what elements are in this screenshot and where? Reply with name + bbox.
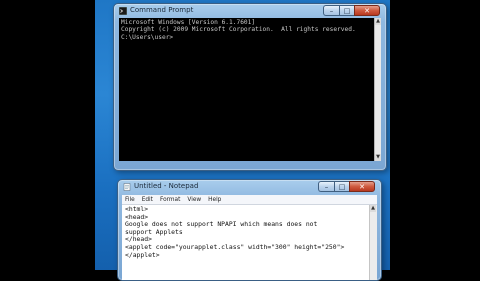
window-title: Untitled - Notepad (134, 182, 199, 190)
minimize-button[interactable]: – (318, 181, 334, 192)
console-scrollbar[interactable]: ▲ ▼ (374, 18, 381, 161)
text-line: support Applets (125, 227, 183, 236)
notepad-icon (123, 183, 131, 191)
scroll-up-arrow-icon[interactable]: ▲ (370, 205, 376, 212)
text-line: <applet code="yourapplet.class" width="3… (125, 242, 345, 251)
console-line: Copyright (c) 2009 Microsoft Corporation… (121, 26, 356, 34)
letterbox-right (390, 0, 480, 270)
letterbox-left (0, 0, 95, 270)
command-prompt-titlebar[interactable]: Command Prompt – □ ✕ (114, 4, 386, 19)
scroll-up-arrow-icon[interactable]: ▲ (375, 18, 381, 25)
console-output[interactable]: Microsoft Windows [Version 6.1.7601] Cop… (119, 18, 375, 161)
console-icon (119, 7, 127, 15)
notepad-window[interactable]: Untitled - Notepad – □ ✕ File Edit Forma… (117, 179, 382, 281)
command-prompt-window[interactable]: Command Prompt – □ ✕ Microsoft Windows [… (113, 3, 387, 171)
close-button[interactable]: ✕ (354, 5, 380, 16)
console-prompt-line: C:\Users\user> (121, 33, 174, 41)
menu-format[interactable]: Format (160, 197, 180, 203)
notepad-titlebar[interactable]: Untitled - Notepad – □ ✕ (118, 180, 381, 195)
menu-file[interactable]: File (125, 197, 135, 203)
notepad-text-area[interactable]: <html> <head> Google does not support NP… (122, 205, 369, 280)
window-title: Command Prompt (130, 6, 194, 14)
menu-edit[interactable]: Edit (142, 197, 153, 203)
text-line: <html> (125, 205, 149, 213)
maximize-button[interactable]: □ (339, 5, 354, 16)
scroll-down-arrow-icon[interactable]: ▼ (375, 154, 381, 161)
notepad-menubar: File Edit Format View Help (122, 195, 377, 205)
text-line: </applet> (125, 250, 160, 259)
maximize-button[interactable]: □ (334, 181, 349, 192)
menu-view[interactable]: View (187, 197, 201, 203)
menu-help[interactable]: Help (208, 197, 221, 203)
minimize-button[interactable]: – (323, 5, 339, 16)
close-button[interactable]: ✕ (349, 181, 375, 192)
console-line: Microsoft Windows [Version 6.1.7601] (121, 19, 256, 26)
notepad-scrollbar[interactable]: ▲ (369, 205, 377, 280)
